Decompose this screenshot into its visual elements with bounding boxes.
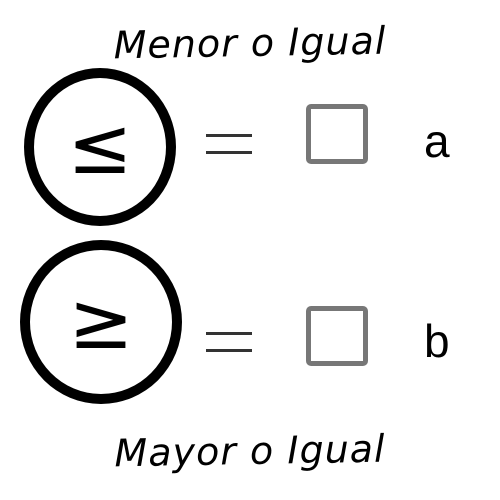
checkbox-a[interactable] [306, 104, 368, 164]
equals-bar-bottom [206, 349, 252, 352]
circle-outline-icon: ≥ [20, 240, 182, 404]
equals-bar-top [206, 134, 252, 137]
less-or-equal-symbol: ≤ [67, 102, 133, 192]
equals-sign [206, 134, 252, 156]
checkbox-b[interactable] [306, 306, 368, 366]
equals-bar-top [206, 332, 252, 335]
option-label-b: b [424, 315, 450, 367]
caption-top: Menor o Igual [113, 18, 387, 68]
caption-bottom: Mayor o Igual [114, 426, 386, 476]
greater-or-equal-symbol: ≥ [68, 277, 134, 367]
option-label-a: a [424, 115, 450, 167]
circle-outline-icon: ≤ [24, 68, 176, 226]
row-less-or-equal: ≤ a [0, 62, 500, 232]
equals-sign [206, 332, 252, 354]
row-greater-or-equal: ≥ b [0, 240, 500, 410]
equals-bar-bottom [206, 151, 252, 154]
